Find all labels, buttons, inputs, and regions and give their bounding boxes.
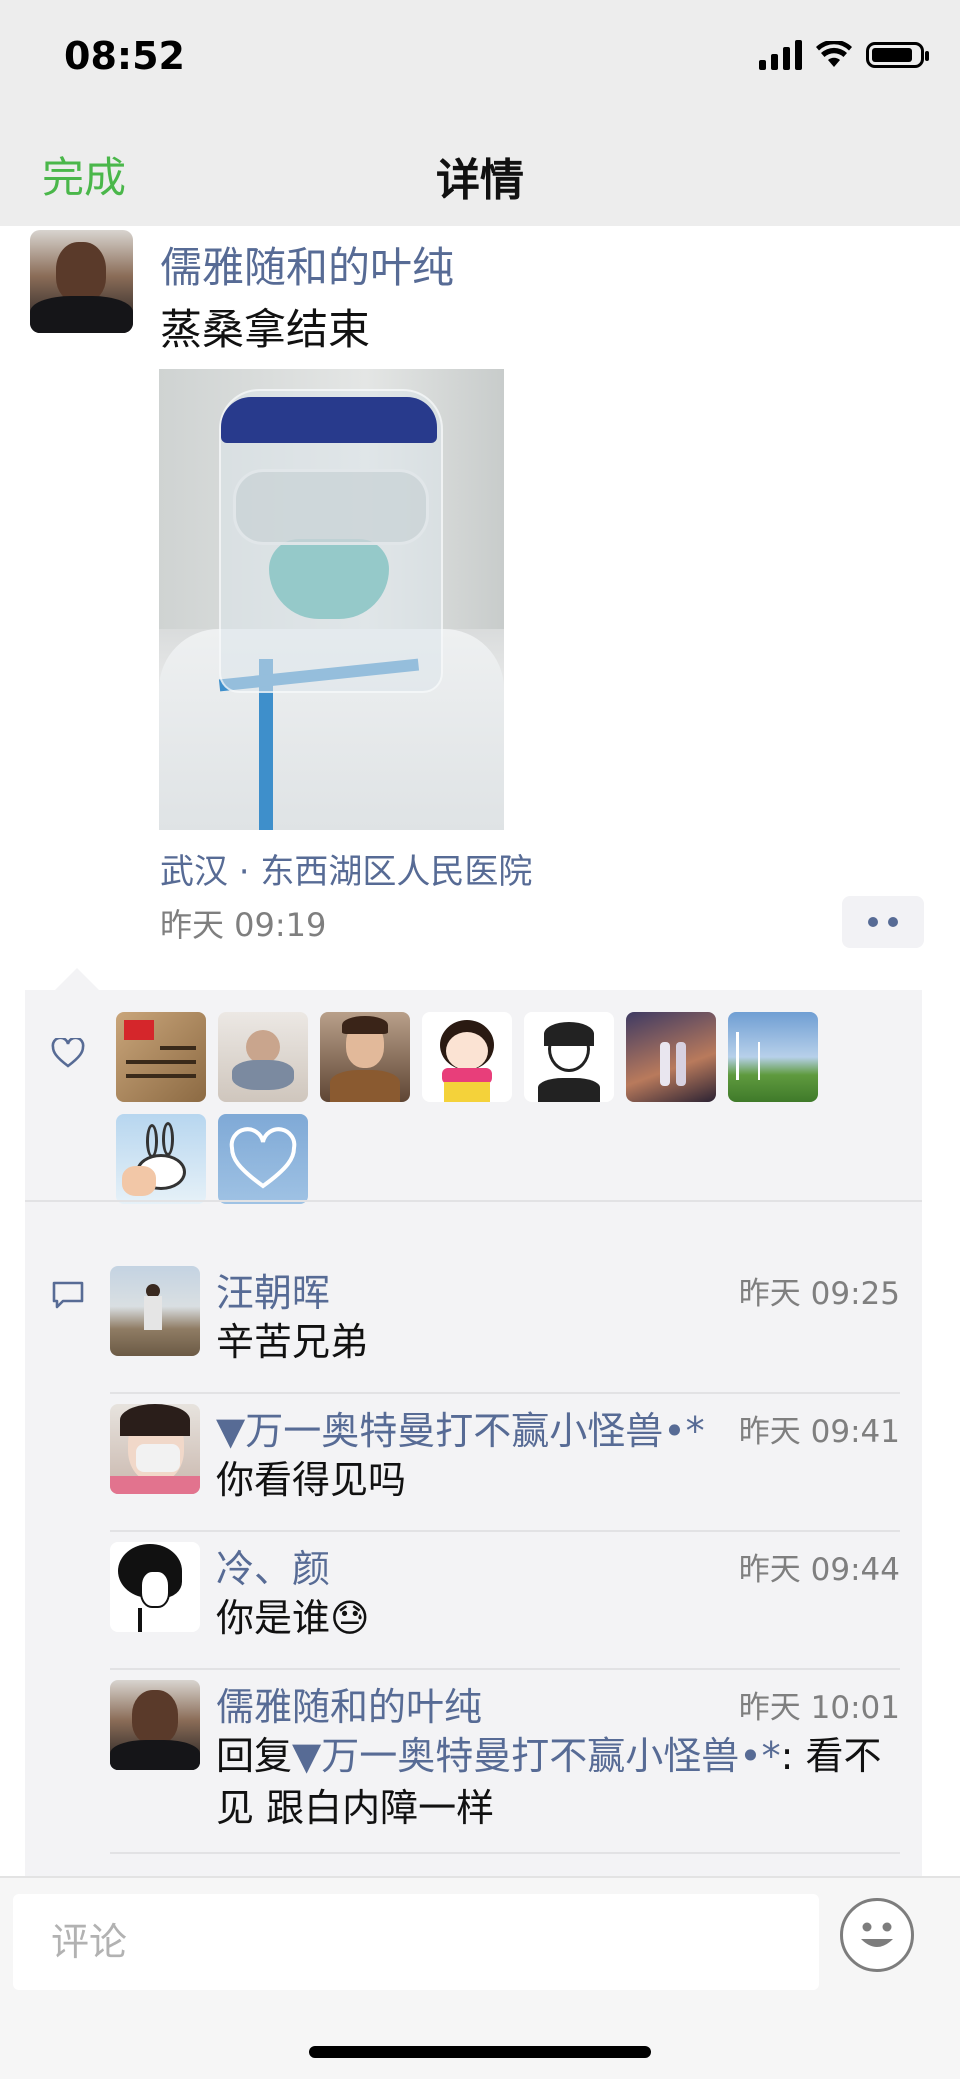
comment-divider [110,1530,900,1532]
heart-icon [51,1038,85,1068]
comment-bar [0,1876,960,2079]
post-text: 蒸桑拿结束 [160,305,371,354]
comment-item[interactable]: ▼万一奥特曼打不赢小怪兽•* 昨天 09:41 你看得见吗 [110,1404,900,1532]
comment-text: 你看得见吗 [216,1458,407,1502]
like-avatar[interactable] [218,1114,308,1204]
commenter-avatar[interactable] [110,1542,200,1632]
comment-divider [110,1668,900,1670]
like-avatar[interactable] [116,1012,206,1102]
comment-text: 回复▼万一奥特曼打不赢小怪兽•*: 看不见 跟白内障一样 [216,1730,906,1834]
comment-time: 昨天 09:25 [738,1276,900,1312]
comment-icon [52,1281,84,1309]
smiley-icon [861,1922,893,1947]
like-avatar[interactable] [116,1114,206,1204]
nav-bar: 详情 完成 [0,120,960,226]
poster-name[interactable]: 儒雅随和的叶纯 [160,234,454,295]
interaction-box: 汪朝晖 昨天 09:25 辛苦兄弟 ▼万一奥特曼打不赢小怪兽•* 昨天 09:4… [25,968,922,1876]
post-location[interactable]: 武汉 · 东西湖区人民医院 [160,844,532,893]
reply-prefix: 回复 [216,1734,293,1778]
like-avatar[interactable] [626,1012,716,1102]
comment-item[interactable]: 儒雅随和的叶纯 昨天 10:01 回复▼万一奥特曼打不赢小怪兽•*: 看不见 跟… [110,1680,900,1854]
commenter-name[interactable]: ▼万一奥特曼打不赢小怪兽•* [216,1400,705,1455]
cellular-signal-icon [759,40,802,70]
status-time: 08:52 [64,34,185,78]
comment-time: 昨天 10:01 [738,1690,900,1726]
comment-text: 辛苦兄弟 [216,1320,369,1364]
poster-avatar[interactable] [30,230,133,333]
comment-time: 昨天 09:44 [738,1552,900,1588]
commenter-name[interactable]: 冷、颜 [216,1538,330,1593]
more-actions-button[interactable] [842,896,924,948]
like-avatar[interactable] [524,1012,614,1102]
status-bar: 08:52 [0,0,960,120]
like-avatar[interactable] [218,1012,308,1102]
like-avatar[interactable] [728,1012,818,1102]
comment-item[interactable]: 冷、颜 昨天 09:44 你是谁😓 [110,1542,900,1670]
status-icons [759,40,929,70]
commenter-avatar[interactable] [110,1680,200,1770]
wifi-icon [816,41,852,67]
comment-item[interactable]: 汪朝晖 昨天 09:25 辛苦兄弟 [110,1266,900,1394]
dot-icon [888,917,898,927]
commenter-name[interactable]: 汪朝晖 [216,1262,330,1317]
commenter-avatar[interactable] [110,1266,200,1356]
comment-text: 你是谁😓 [216,1596,370,1640]
commenter-name[interactable]: 儒雅随和的叶纯 [216,1676,482,1731]
battery-icon [866,42,929,68]
done-button[interactable]: 完成 [42,144,126,205]
like-avatar[interactable] [320,1012,410,1102]
likes-divider [25,1200,922,1202]
like-avatar[interactable] [422,1012,512,1102]
comment-divider [110,1392,900,1394]
emoji-button[interactable] [840,1898,914,1972]
commenter-avatar[interactable] [110,1404,200,1494]
dot-icon [868,917,878,927]
comment-input[interactable] [13,1894,819,1990]
page-title: 详情 [436,155,524,206]
reply-target-name[interactable]: ▼万一奥特曼打不赢小怪兽•* [292,1734,781,1778]
comment-divider [110,1852,900,1854]
home-indicator [309,2046,651,2058]
post-time: 昨天 09:19 [160,906,327,944]
post-photo[interactable] [159,369,504,830]
moment-detail: 儒雅随和的叶纯 蒸桑拿结束 武汉 · 东西湖区人民医院 昨天 09:19 汪朝晖… [0,226,960,1876]
comment-time: 昨天 09:41 [738,1414,900,1450]
